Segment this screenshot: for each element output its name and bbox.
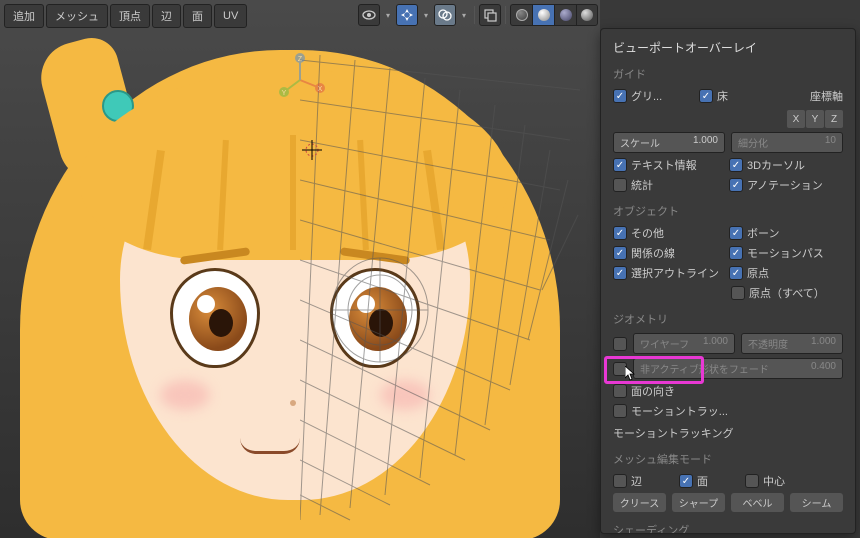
- xray-toggle[interactable]: [479, 4, 501, 26]
- checkbox-stats[interactable]: [613, 178, 627, 192]
- label-outline: 選択アウトライン: [631, 265, 719, 281]
- checkbox-bones[interactable]: ✓: [729, 226, 743, 240]
- menu-edge[interactable]: 辺: [152, 4, 181, 28]
- label-relationship: 関係の線: [631, 245, 675, 261]
- section-objects: オブジェクト: [613, 203, 843, 219]
- shading-solid[interactable]: [532, 4, 554, 26]
- btn-bevel[interactable]: ベベル: [731, 493, 784, 512]
- label-stats: 統計: [631, 177, 653, 193]
- label-center: 中心: [763, 473, 785, 489]
- svg-text:X: X: [318, 86, 323, 93]
- checkbox-3dcursor[interactable]: ✓: [729, 158, 743, 172]
- checkbox-origins-all[interactable]: [731, 286, 745, 300]
- btn-seams[interactable]: シーム: [790, 493, 843, 512]
- dropdown-arrow-icon[interactable]: ▾: [382, 4, 394, 26]
- label-motion-tracking: モーショントラッ...: [631, 403, 728, 419]
- shading-mode-group: [510, 4, 598, 26]
- checkbox-outline[interactable]: ✓: [613, 266, 627, 280]
- checkbox-motion-tracking[interactable]: [613, 404, 627, 418]
- label-floor: 床: [717, 88, 728, 104]
- svg-text:Y: Y: [282, 90, 287, 97]
- svg-text:Z: Z: [298, 56, 303, 63]
- label-textinfo: テキスト情報: [631, 157, 697, 173]
- axis-y-toggle[interactable]: Y: [806, 110, 824, 128]
- checkbox-wireframe[interactable]: [613, 337, 627, 351]
- menu-mesh[interactable]: メッシュ: [46, 4, 108, 28]
- shading-rendered[interactable]: [576, 4, 598, 26]
- label-axes: 座標軸: [810, 88, 843, 104]
- shading-wireframe[interactable]: [510, 4, 532, 26]
- checkbox-textinfo[interactable]: ✓: [613, 158, 627, 172]
- checkbox-motionpaths[interactable]: ✓: [729, 246, 743, 260]
- checkbox-annotations[interactable]: ✓: [729, 178, 743, 192]
- label-motionpaths: モーションパス: [747, 245, 824, 261]
- panel-title: ビューポートオーバーレイ: [613, 39, 843, 56]
- viewport-3d[interactable]: X Y Z: [0, 0, 600, 538]
- dropdown-arrow-icon[interactable]: ▾: [420, 4, 432, 26]
- section-geometry: ジオメトリ: [613, 311, 843, 327]
- visibility-toggle[interactable]: [358, 4, 380, 26]
- checkbox-faces[interactable]: ✓: [679, 474, 693, 488]
- menu-add[interactable]: 追加: [4, 4, 44, 28]
- label-origins: 原点: [747, 265, 769, 281]
- label-edges: 辺: [631, 473, 642, 489]
- label-annotations: アノテーション: [747, 177, 823, 193]
- field-fade-inactive[interactable]: 非アクティブ形状をフェード0.400: [633, 358, 843, 379]
- section-shading: シェーディング: [613, 522, 843, 534]
- label-grid: グリ...: [631, 88, 662, 104]
- overlay-popover: ビューポートオーバーレイ ガイド ✓ グリ... ✓ 床 座標軸 X Y Z スケー…: [600, 28, 856, 534]
- menu-uv[interactable]: UV: [214, 4, 247, 28]
- header-right-controls: ▾ ▾ ▾: [358, 4, 598, 26]
- section-guides: ガイド: [613, 66, 843, 82]
- label-motion-tracking-full: モーショントラッキング: [613, 425, 733, 441]
- checkbox-relationship[interactable]: ✓: [613, 246, 627, 260]
- field-wireframe[interactable]: ワイヤーフ1.000: [633, 333, 735, 354]
- btn-sharp[interactable]: シャープ: [672, 493, 725, 512]
- dropdown-arrow-icon[interactable]: ▾: [458, 4, 470, 26]
- navigation-gizmo[interactable]: X Y Z: [272, 52, 328, 108]
- checkbox-origins[interactable]: ✓: [729, 266, 743, 280]
- label-extras: その他: [631, 225, 664, 241]
- field-subdivisions[interactable]: 細分化10: [731, 132, 843, 153]
- field-opacity[interactable]: 不透明度1.000: [741, 333, 843, 354]
- axis-z-toggle[interactable]: Z: [825, 110, 843, 128]
- checkbox-face-orientation[interactable]: [613, 384, 627, 398]
- gizmo-toggle[interactable]: [396, 4, 418, 26]
- label-faces: 面: [697, 473, 708, 489]
- label-origins-all: 原点（すべて）: [749, 285, 825, 301]
- menu-vertex[interactable]: 頂点: [110, 4, 150, 28]
- checkbox-edges[interactable]: [613, 474, 627, 488]
- btn-creases[interactable]: クリース: [613, 493, 666, 512]
- checkbox-center[interactable]: [745, 474, 759, 488]
- label-3dcursor: 3Dカーソル: [747, 157, 805, 173]
- checkbox-extras[interactable]: ✓: [613, 226, 627, 240]
- mouse-cursor-icon: [625, 366, 637, 382]
- section-mesh-edit: メッシュ編集モード: [613, 451, 843, 467]
- overlay-toggle[interactable]: [434, 4, 456, 26]
- axis-x-toggle[interactable]: X: [787, 110, 805, 128]
- 3d-cursor-icon: [302, 140, 322, 160]
- label-face-orientation: 面の向き: [631, 383, 675, 399]
- edit-mode-menu: 追加 メッシュ 頂点 辺 面 UV: [4, 4, 247, 28]
- shading-material[interactable]: [554, 4, 576, 26]
- checkbox-floor[interactable]: ✓: [699, 89, 713, 103]
- checkbox-grid[interactable]: ✓: [613, 89, 627, 103]
- label-bones: ボーン: [747, 225, 779, 241]
- menu-face[interactable]: 面: [183, 4, 212, 28]
- field-scale[interactable]: スケール1.000: [613, 132, 725, 153]
